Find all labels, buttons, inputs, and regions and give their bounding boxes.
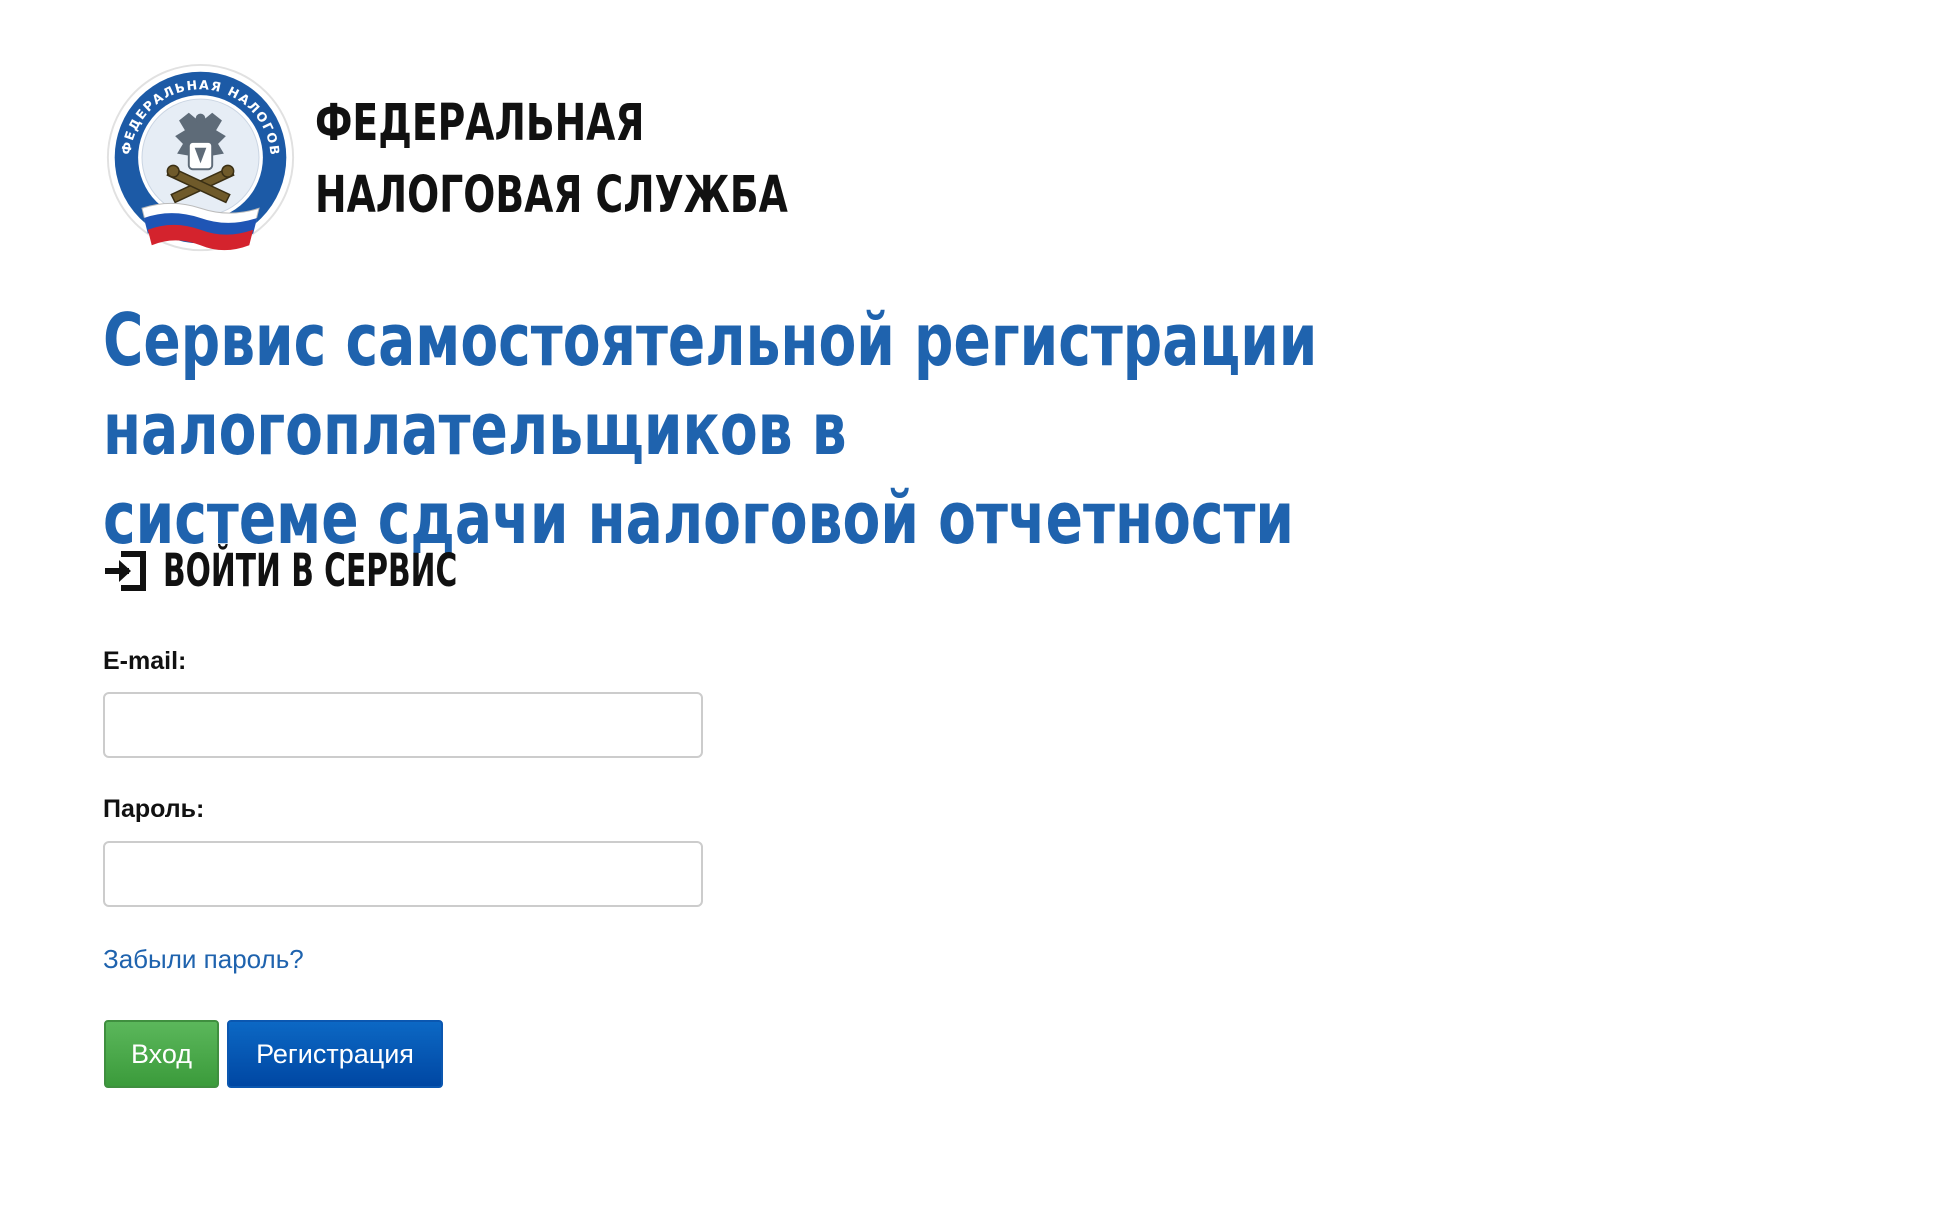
sign-in-icon: [105, 550, 146, 591]
register-button[interactable]: Регистрация: [227, 1020, 443, 1088]
login-button[interactable]: Вход: [104, 1020, 219, 1088]
page-title-line1: Сервис самостоятельной регистрации налог…: [103, 298, 1318, 471]
page-title: Сервис самостоятельной регистрации налог…: [103, 296, 1956, 563]
login-heading-text: ВОЙТИ В СЕРВИС: [163, 544, 458, 597]
password-label: Пароль:: [103, 795, 205, 823]
org-name-line1: ФЕДЕРАЛЬНАЯ: [315, 93, 645, 153]
email-field[interactable]: [103, 692, 703, 758]
email-label: E-mail:: [103, 647, 187, 675]
fns-emblem-icon: ФЕДЕРАЛЬНАЯ НАЛОГОВАЯ СЛУЖБА: [103, 62, 295, 252]
password-field[interactable]: [103, 841, 703, 907]
forgot-password-link[interactable]: Забыли пароль?: [103, 944, 304, 975]
org-name: ФЕДЕРАЛЬНАЯ НАЛОГОВАЯ СЛУЖБА: [315, 88, 788, 232]
login-heading: ВОЙТИ В СЕРВИС: [103, 544, 609, 597]
site-header: ФЕДЕРАЛЬНАЯ НАЛОГОВАЯ СЛУЖБА ФЕДЕРАЛЬНАЯ…: [103, 62, 954, 257]
org-name-line2: НАЛОГОВАЯ СЛУЖБА: [315, 165, 788, 225]
